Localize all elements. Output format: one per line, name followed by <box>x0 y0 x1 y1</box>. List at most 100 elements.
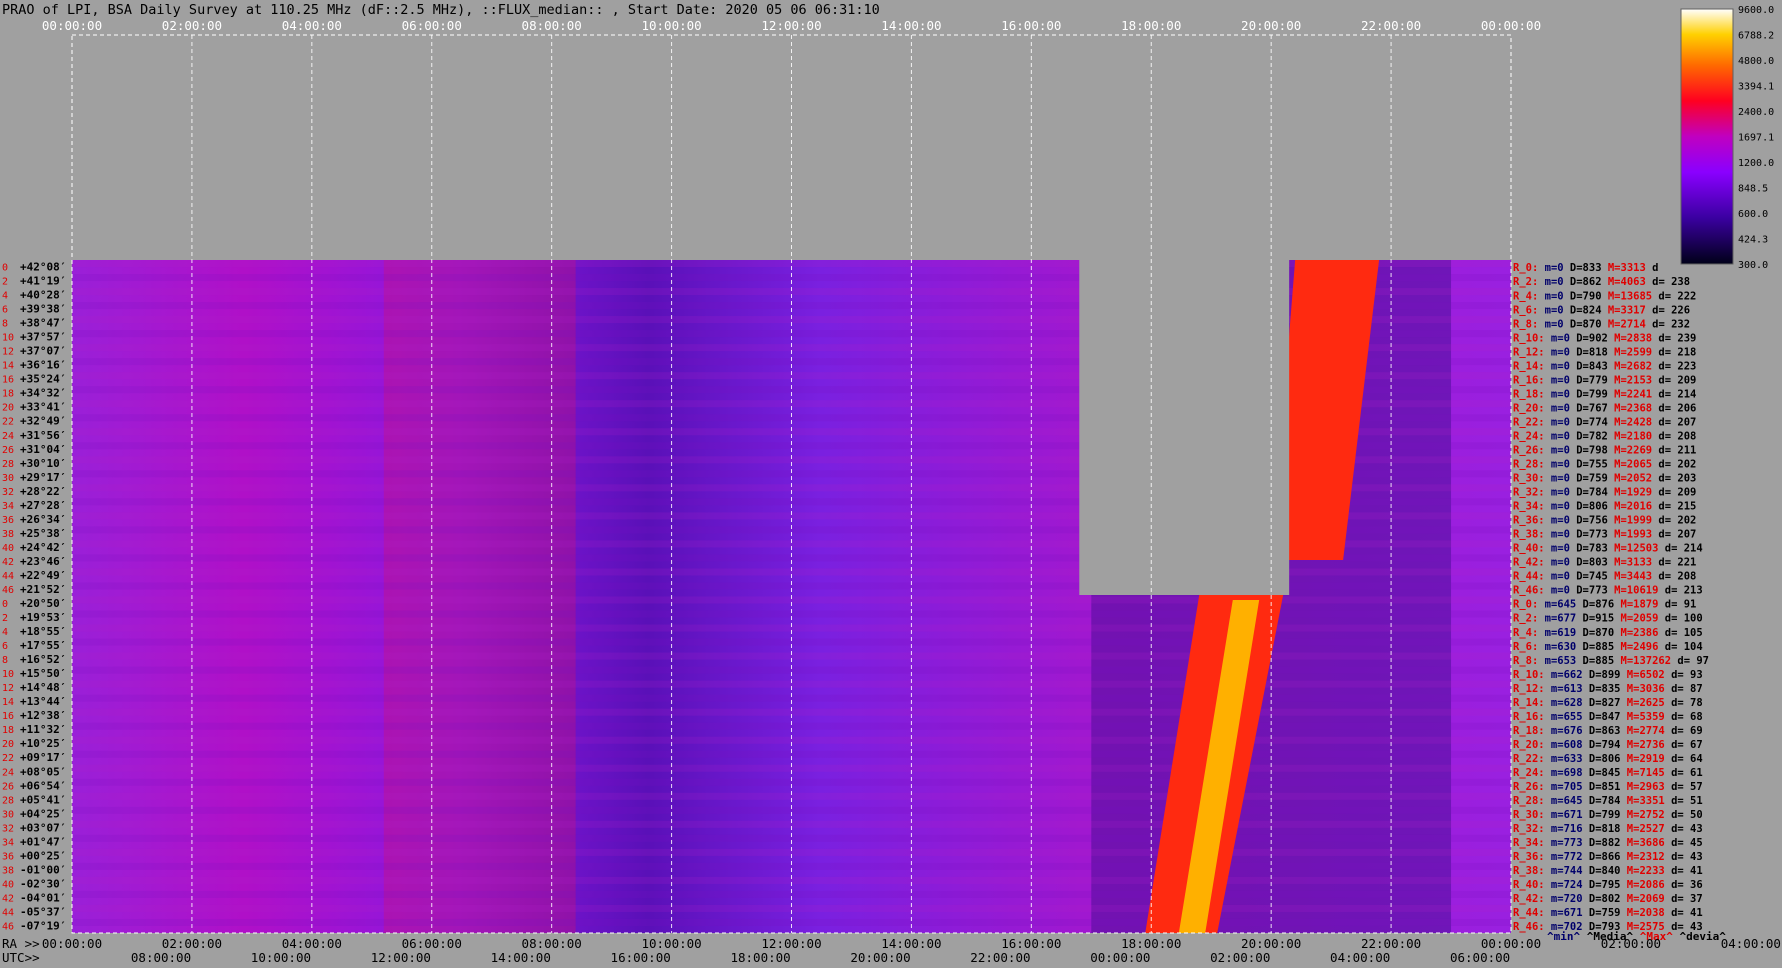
ra-tick-label: 06:00:00 <box>402 936 462 951</box>
stats-cell: d= 218 <box>1652 346 1696 358</box>
stats-text: R_26: m=0 D=798 M=2269 d= 211 <box>1513 445 1696 457</box>
dec-label: +24°42′ <box>20 541 66 554</box>
stats-cell: D=806 <box>1583 753 1621 765</box>
stats-cell: m=744 <box>1545 865 1583 877</box>
stats-cell: D=847 <box>1583 711 1621 723</box>
stats-cell: d= 67 <box>1665 739 1703 751</box>
dec-label: +36°16′ <box>20 359 66 372</box>
top-tick-label: 00:00:00 <box>42 18 102 33</box>
dec-label: -04°01′ <box>20 892 66 905</box>
stats-cell: d= 97 <box>1671 655 1709 667</box>
dec-label: +20°50′ <box>20 597 66 610</box>
stats-cell: D=851 <box>1583 781 1621 793</box>
stats-cell: D=870 <box>1564 318 1602 330</box>
ra-tick-label: 00:00:00 <box>42 936 102 951</box>
stats-cell: R_26: <box>1513 781 1545 793</box>
stats-cell: R_28: <box>1513 459 1545 471</box>
stats-text: R_22: m=0 D=774 M=2428 d= 207 <box>1513 416 1696 428</box>
top-tick-label: 18:00:00 <box>1121 18 1181 33</box>
stats-row: R_2: m=0 D=862 M=4063 d= 238 <box>1513 276 1690 288</box>
row-index-label: 32 <box>2 487 14 498</box>
stats-cell: m=0 <box>1538 290 1563 302</box>
row-index-label: 36 <box>2 515 14 526</box>
stats-row: R_14: m=628 D=827 M=2625 d= 78 <box>1513 697 1703 709</box>
stats-cell: R_44: <box>1513 571 1545 583</box>
ra-tick-label: 16:00:00 <box>1001 936 1061 951</box>
stats-text: R_36: m=0 D=756 M=1999 d= 202 <box>1513 515 1696 527</box>
stats-cell: d= 209 <box>1652 487 1696 499</box>
stats-cell: M=2963 <box>1620 781 1664 793</box>
stats-cell: R_30: <box>1513 809 1545 821</box>
utc-tick-label: 22:00:00 <box>970 950 1030 965</box>
stats-cell: R_20: <box>1513 402 1545 414</box>
stats-row: R_40: m=724 D=795 M=2086 d= 36 <box>1513 879 1703 891</box>
stats-cell: D=885 <box>1576 655 1614 667</box>
row-index-label: 6 <box>2 641 8 652</box>
stats-cell: R_2: <box>1513 276 1538 288</box>
stats-cell: M=3133 <box>1608 557 1652 569</box>
stats-cell: R_38: <box>1513 865 1545 877</box>
dec-label: +13°44′ <box>20 695 66 708</box>
stats-cell: D=798 <box>1570 445 1608 457</box>
stats-cell: m=0 <box>1545 374 1570 386</box>
dec-label: +06°54′ <box>20 779 66 792</box>
stats-cell: M=2016 <box>1608 501 1652 513</box>
stats-cell: m=0 <box>1545 416 1570 428</box>
stats-cell: R_18: <box>1513 388 1545 400</box>
stats-cell: R_34: <box>1513 837 1545 849</box>
row-index-label: 4 <box>2 627 8 638</box>
stats-row: R_30: m=671 D=799 M=2752 d= 50 <box>1513 809 1703 821</box>
stats-text: R_12: m=0 D=818 M=2599 d= 218 <box>1513 346 1696 358</box>
stats-cell: d= 37 <box>1665 893 1703 905</box>
stats-text: R_30: m=0 D=759 M=2052 d= 203 <box>1513 473 1696 485</box>
ra-tick-label: 22:00:00 <box>1361 936 1421 951</box>
dec-label: +00°25′ <box>20 849 66 862</box>
stats-cell: d= 93 <box>1665 669 1703 681</box>
row-index-label: 0 <box>2 599 8 610</box>
stats-cell: m=645 <box>1545 795 1583 807</box>
colorbar-labels: 9600.0 6788.2 4800.0 3394.1 2400.0 1697.1 1200… <box>1738 5 1774 271</box>
stats-text: R_2: m=0 D=862 M=4063 d= 238 <box>1513 276 1690 288</box>
stats-cell: R_40: <box>1513 879 1545 891</box>
stats-cell: M=4063 <box>1602 276 1646 288</box>
stats-row: R_20: m=0 D=767 M=2368 d= 206 <box>1513 402 1696 414</box>
stats-cell: R_46: <box>1513 585 1545 597</box>
stats-cell: R_44: <box>1513 907 1545 919</box>
stats-cell: R_32: <box>1513 823 1545 835</box>
stats-row: R_44: m=0 D=745 M=3443 d= 208 <box>1513 571 1696 583</box>
row-index-label: 46 <box>2 585 14 596</box>
stats-cell: m=0 <box>1545 346 1570 358</box>
stats-table: R_0: m=0 D=833 M=3313 d R_2: m=0 D=862 M=… <box>1513 262 1726 943</box>
stats-cell: m=0 <box>1545 571 1570 583</box>
row-index-label: 18 <box>2 725 14 736</box>
row-index-label: 22 <box>2 417 14 428</box>
stats-cell: M=3317 <box>1602 304 1646 316</box>
stats-cell: d= 91 <box>1658 599 1696 611</box>
stats-text: R_8: m=653 D=885 M=137262 d= 97 <box>1513 655 1709 667</box>
stats-cell: m=698 <box>1545 767 1583 779</box>
stats-text: R_38: m=0 D=773 M=1993 d= 207 <box>1513 529 1696 541</box>
stats-text: R_38: m=744 D=840 M=2233 d= 41 <box>1513 865 1703 877</box>
stats-cell: D=802 <box>1583 893 1621 905</box>
colorbar-tick-label: 2400.0 <box>1738 107 1774 118</box>
row-index-label: 8 <box>2 655 8 666</box>
row-index-label: 36 <box>2 851 14 862</box>
stats-cell: m=0 <box>1545 501 1570 513</box>
row-index-label: 8 <box>2 319 8 330</box>
stats-cell: M=2241 <box>1608 388 1652 400</box>
stats-cell: R_46: <box>1513 921 1545 933</box>
colorbar <box>1680 8 1734 265</box>
stats-cell: R_14: <box>1513 697 1545 709</box>
stats-cell: M=2269 <box>1608 445 1652 457</box>
utc-tick-label: 20:00:00 <box>850 950 910 965</box>
row-index-label: 44 <box>2 571 14 582</box>
stats-cell: m=0 <box>1545 388 1570 400</box>
dec-label: +34°32′ <box>20 387 66 400</box>
stats-cell: D=863 <box>1583 725 1621 737</box>
row-index-label: 16 <box>2 711 14 722</box>
stats-text: R_18: m=0 D=799 M=2241 d= 214 <box>1513 388 1696 400</box>
stats-row: R_44: m=671 D=759 M=2038 d= 41 <box>1513 907 1703 919</box>
stats-row: R_26: m=0 D=798 M=2269 d= 211 <box>1513 445 1696 457</box>
dec-label: +42°08′ <box>20 261 66 274</box>
stats-cell: R_4: <box>1513 627 1538 639</box>
